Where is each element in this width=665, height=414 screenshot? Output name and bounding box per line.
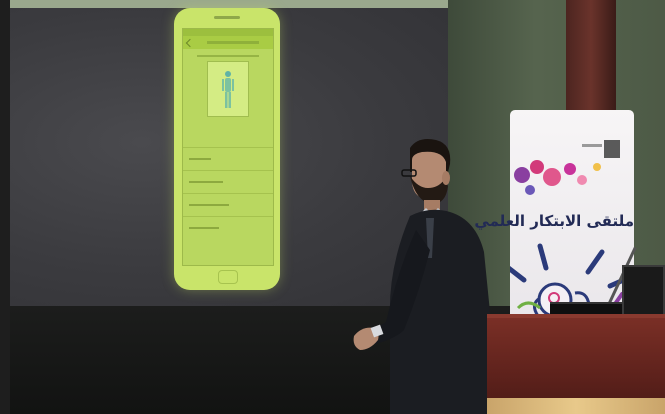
photo-scene: ملتقى الابتكار العلمي [0,0,665,414]
event-banner: ملتقى الابتكار العلمي [474,110,634,330]
phone-list-item [183,216,273,239]
phone-subtitle [197,55,259,57]
banner-logo-label [582,144,602,147]
phone-status-bar [183,29,273,36]
back-arrow-icon [185,38,195,47]
monitor [622,265,665,317]
left-edge [0,0,10,414]
phone-list-item [183,193,273,216]
banner-arabic-title: ملتقى الابتكار العلمي [474,212,634,230]
phone-app-title [207,41,259,44]
presenter-person [353,139,490,414]
phone-list-item [183,147,273,170]
color-splash-graphic [514,160,601,195]
body-diagram-card [207,61,249,117]
human-body-icon [222,71,234,108]
phone-list-item [183,170,273,193]
phone-speaker [214,16,240,19]
projected-phone [174,8,280,290]
phone-home-button [218,270,238,284]
phone-screen [182,28,274,266]
podium-base [487,398,665,414]
phone-app-bar [183,36,273,49]
phone-list [183,147,273,239]
